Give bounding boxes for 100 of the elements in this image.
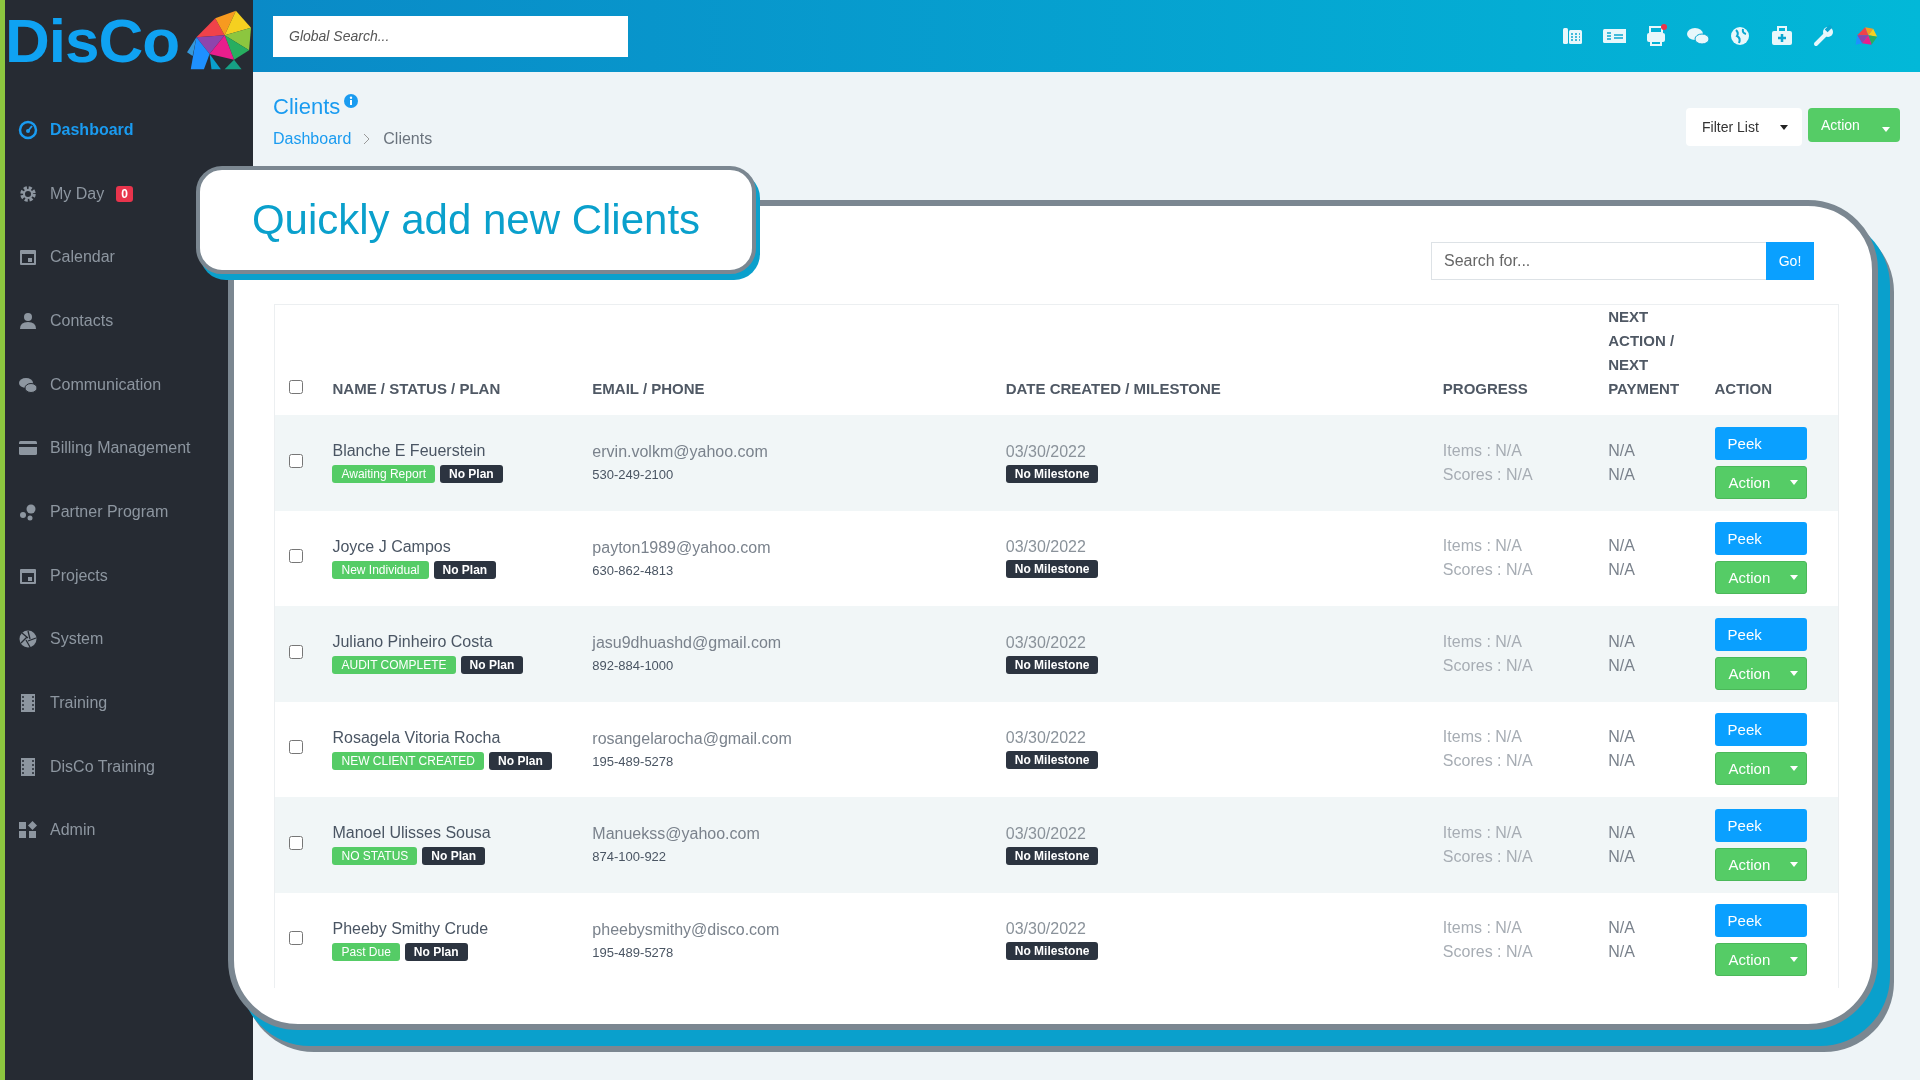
go-button[interactable]: Go!	[1766, 242, 1814, 280]
sidebar-item[interactable]: My Day 0	[5, 161, 135, 226]
milestone-tag: No Milestone	[1005, 846, 1099, 865]
caret-icon	[1789, 575, 1798, 581]
scores-text: Scores : N/A	[1442, 560, 1534, 581]
items-text: Items : N/A	[1442, 822, 1523, 843]
action-dropdown-button[interactable]: Action	[1714, 752, 1807, 786]
plan-tag: No Plan	[422, 847, 486, 866]
dashboard-gauge-icon	[18, 119, 38, 140]
next-payment-text: N/A	[1608, 751, 1636, 772]
milestone-tag: No Milestone	[1005, 942, 1099, 961]
status-tag: NO STATUS	[332, 847, 418, 866]
medical-kit-icon[interactable]	[1770, 24, 1794, 48]
sidebar-item[interactable]: Calendar	[5, 225, 117, 290]
caret-icon	[1780, 124, 1788, 130]
film-strip-icon	[18, 693, 38, 714]
next-action-text: N/A	[1608, 440, 1636, 461]
scores-text: Scores : N/A	[1442, 846, 1534, 867]
wrench-icon[interactable]	[1812, 24, 1836, 48]
column-header: ACTION	[1714, 380, 1773, 397]
action-dropdown-button[interactable]: Action	[1714, 943, 1807, 977]
printer-icon[interactable]	[1644, 24, 1668, 48]
sidebar-item[interactable]: Contacts	[5, 289, 116, 353]
next-action-text: N/A	[1608, 631, 1636, 652]
column-header: EMAIL / PHONE	[592, 380, 705, 397]
grid-icon	[18, 820, 38, 841]
phone-text: 530-249-2100	[592, 467, 675, 483]
column-header: DATE CREATED / MILESTONE	[1005, 380, 1221, 397]
peek-button[interactable]: Peek	[1714, 522, 1807, 556]
filter-list-dropdown[interactable]: Filter List	[1686, 108, 1802, 146]
gear-icon	[18, 183, 38, 204]
sidebar-item[interactable]: Training	[5, 671, 110, 735]
sidebar-item[interactable]: Communication	[5, 352, 164, 417]
logo-text: DisCo	[5, 4, 180, 76]
action-dropdown-button[interactable]: Action	[1714, 465, 1807, 499]
next-payment-text: N/A	[1608, 464, 1636, 485]
status-tag: AUDIT COMPLETE	[332, 656, 456, 675]
row-checkbox[interactable]	[289, 644, 303, 659]
select-all-checkbox[interactable]	[289, 380, 303, 394]
email-text: payton1989@yahoo.com	[592, 538, 772, 557]
peek-button[interactable]: Peek	[1714, 426, 1807, 460]
calendar-icon	[18, 247, 38, 268]
status-tag: Awaiting Report	[332, 465, 435, 484]
action-dropdown-button[interactable]: Action	[1714, 656, 1807, 690]
row-checkbox[interactable]	[289, 931, 303, 946]
date-text: 03/30/2022	[1005, 729, 1087, 748]
row-checkbox[interactable]	[289, 453, 303, 468]
globe-icon[interactable]	[1728, 24, 1752, 48]
plan-tag: No Plan	[460, 656, 524, 675]
phone-text: 892-884-1000	[592, 658, 675, 674]
caret-icon	[1882, 127, 1890, 132]
action-dropdown-button[interactable]: Action	[1714, 561, 1807, 595]
sidebar-item[interactable]: Billing Management	[5, 416, 193, 481]
scores-text: Scores : N/A	[1442, 942, 1534, 963]
next-payment-text: N/A	[1608, 846, 1636, 867]
breadcrumb-link[interactable]: Clients	[383, 130, 433, 148]
peek-button[interactable]: Peek	[1714, 904, 1807, 938]
milestone-tag: No Milestone	[1005, 655, 1099, 674]
scores-text: Scores : N/A	[1442, 464, 1534, 485]
peek-button[interactable]: Peek	[1714, 808, 1807, 842]
next-action-text: N/A	[1608, 918, 1636, 939]
chevron-icon	[363, 133, 372, 145]
action-dropdown-button[interactable]: Action	[1808, 108, 1900, 142]
row-checkbox[interactable]	[289, 835, 303, 850]
global-search-field[interactable]: Global Search...	[273, 15, 628, 57]
row-checkbox[interactable]	[289, 740, 303, 755]
sidebar-item[interactable]: Projects	[5, 543, 110, 608]
next-payment-text: N/A	[1608, 655, 1636, 676]
sidebar-item[interactable]: DisCo Training	[5, 734, 157, 799]
plan-tag: No Plan	[404, 942, 468, 961]
sidebar-item[interactable]: Partner Program	[5, 480, 171, 544]
row-checkbox[interactable]	[289, 549, 303, 564]
scores-text: Scores : N/A	[1442, 655, 1534, 676]
film-strip-icon	[18, 756, 38, 777]
info-icon[interactable]	[344, 94, 359, 108]
plan-tag: No Plan	[489, 751, 552, 770]
phone-text: 195-489-5278	[592, 753, 675, 769]
action-dropdown-button[interactable]: Action	[1714, 847, 1807, 881]
sidebar-item[interactable]: Admin	[5, 798, 98, 863]
peek-button[interactable]: Peek	[1714, 617, 1807, 651]
caret-icon	[1789, 957, 1798, 963]
search-field[interactable]: Search for...	[1431, 242, 1766, 280]
breadcrumb-link[interactable]: Dashboard	[273, 130, 352, 148]
page-title: Clients	[273, 94, 341, 120]
next-action-text: N/A	[1608, 536, 1636, 557]
client-name: Pheeby Smithy Crude	[332, 919, 490, 938]
client-name: Manoel Ulisses Sousa	[332, 824, 492, 843]
sidebar-item[interactable]: Dashboard	[5, 98, 136, 162]
count-badge: 0	[116, 185, 133, 202]
sidebar-item[interactable]: System	[5, 607, 106, 672]
milestone-tag: No Milestone	[1005, 751, 1099, 770]
date-text: 03/30/2022	[1005, 633, 1087, 652]
aperture-icon	[18, 629, 38, 650]
next-action-text: N/A	[1608, 727, 1636, 748]
client-name: Rosagela Vitoria Rocha	[332, 728, 502, 747]
peek-button[interactable]: Peek	[1714, 713, 1807, 747]
plan-tag: No Plan	[439, 465, 503, 484]
client-name: Blanche E Feuerstein	[332, 442, 487, 461]
plan-tag: No Plan	[433, 560, 497, 579]
scores-text: Scores : N/A	[1442, 751, 1534, 772]
